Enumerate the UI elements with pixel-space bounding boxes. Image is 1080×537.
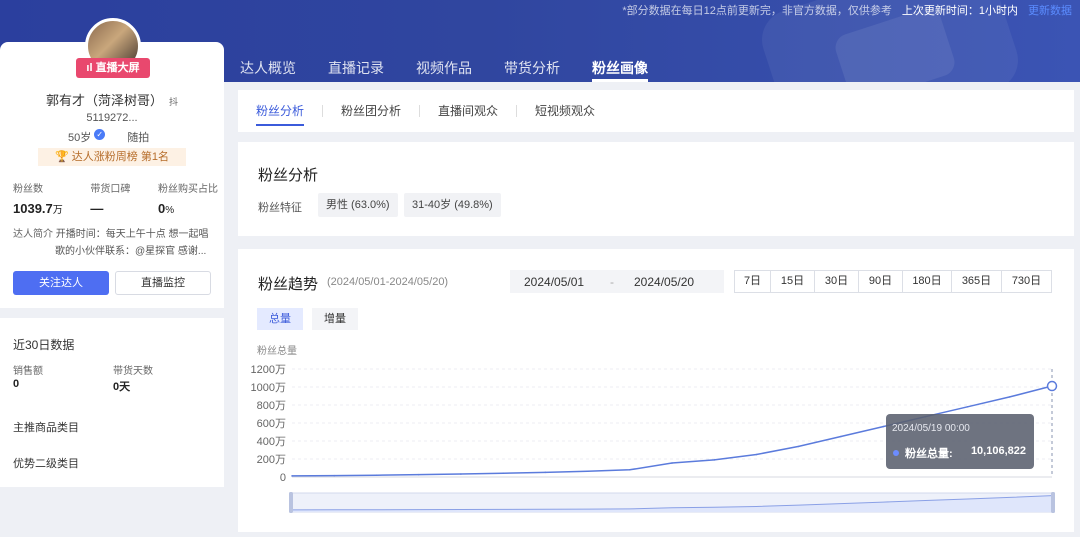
y-tick-label: 200万: [257, 454, 286, 466]
influencer-id: 5119272...: [86, 112, 138, 124]
live-screen-badge[interactable]: ıl 直播大屏: [76, 58, 150, 78]
influencer-intro: 达人简介 开播时间：每天上午十点 想一起唱 歌的小伙伴联系：@星探官 感谢...: [13, 229, 209, 257]
verified-icon: ✓: [94, 129, 106, 140]
zoom-handle-left: [289, 492, 293, 513]
selling-days-value: 0天: [113, 381, 131, 393]
data-point: [502, 472, 504, 475]
influencer-name: 郭有才（菏泽树哥）抖: [45, 93, 179, 108]
stat-reputation: 带货口碑 —: [90, 184, 131, 216]
live-monitor-button[interactable]: 直播监控: [115, 271, 211, 295]
data-point: [966, 406, 969, 408]
tab-live-records[interactable]: 直播记录: [328, 58, 384, 82]
main-tab-bar: 达人概览 直播记录 视频作品 带货分析 粉丝画像: [240, 58, 680, 82]
data-point: [291, 475, 293, 477]
data-point: [882, 425, 884, 428]
refresh-data-link[interactable]: 更新数据: [1028, 5, 1072, 17]
data-point: [755, 453, 758, 456]
fan-analysis-card: 粉丝分析 粉丝特征 男性 (63.0%) 31-40岁 (49.8%): [238, 142, 1074, 236]
subtab-fan-analysis[interactable]: 粉丝分析: [238, 90, 322, 132]
data-point: [460, 473, 462, 475]
section-title: 粉丝分析: [258, 167, 319, 184]
data-point: [671, 462, 673, 464]
y-tick-label: 600万: [257, 418, 286, 430]
fan-trend-chart[interactable]: 0 200万 400万 600万 800万 1000万 1200万: [238, 249, 1074, 532]
douyin-icon: 抖: [169, 97, 179, 107]
data-point: [333, 474, 336, 477]
influencer-profile-card: ıl 直播大屏 郭有才（菏泽树哥）抖 5119272... 50岁 ✓ 随拍 🏆 …: [0, 18, 224, 308]
fan-trend-card: 粉丝趋势 (2024/05/01-2024/05/20) 2024/05/01 …: [238, 249, 1074, 532]
y-tick-label: 800万: [257, 400, 286, 412]
data-point: [417, 473, 420, 476]
last-update-text: 上次更新时间：1小时内: [901, 5, 1018, 17]
y-tick-label: 1200万: [251, 364, 286, 376]
update-notice: *部分数据在每日12点前更新完，非官方数据，仅供参考 上次更新时间：1小时内 更新数…: [622, 5, 1072, 17]
tab-sales-analysis[interactable]: 带货分析: [504, 58, 560, 82]
tab-fan-profile[interactable]: 粉丝画像: [592, 58, 648, 82]
y-tick-label: 400万: [257, 436, 286, 448]
profile-stats: 粉丝数 1039.7万 带货口碑 — 粉丝购买占比 0%: [13, 180, 218, 216]
data-point: [1008, 396, 1011, 398]
trophy-icon: 🏆: [55, 151, 69, 163]
sales-value: 0: [13, 378, 20, 390]
follow-button[interactable]: 关注达人: [13, 271, 109, 295]
data-point: [375, 474, 378, 476]
data-point: [713, 459, 716, 461]
zoom-handle-right: [1051, 492, 1055, 513]
subtab-video-audience[interactable]: 短视频观众: [517, 90, 613, 132]
data-point: [586, 470, 589, 473]
panel-title: 近30日数据: [13, 338, 75, 352]
data-point: [797, 445, 800, 448]
data-point: [628, 469, 631, 471]
influencer-meta: 50岁 ✓ 随拍: [68, 129, 150, 144]
main-category-label: 主推商品类目: [13, 422, 79, 434]
data-point: [840, 435, 842, 438]
data-point-highlight: [1046, 380, 1058, 392]
rank-badge[interactable]: 🏆 达人涨粉周榜 第1名: [38, 148, 186, 166]
y-tick-label: 0: [280, 472, 286, 484]
fan-feature-label: 粉丝特征: [258, 202, 302, 214]
bar-chart-icon: ıl: [86, 62, 96, 74]
subtab-fan-club[interactable]: 粉丝团分析: [323, 90, 419, 132]
y-tick-label: 1000万: [251, 382, 286, 394]
stat-purchase-ratio: 粉丝购买占比 0%: [157, 184, 218, 216]
recent-30-days-panel: 近30日数据 销售额 0 带货天数 0天 主推商品类目 优势二级类目: [0, 318, 224, 487]
series-dot: [893, 450, 899, 456]
gender-tag: 男性 (63.0%): [318, 193, 398, 217]
chart-tooltip: 2024/05/19 00:00 粉丝总量: 10,106,822: [886, 414, 1034, 469]
data-point: [544, 471, 547, 474]
sub-category-label: 优势二级类目: [13, 458, 79, 470]
subtab-live-audience[interactable]: 直播间观众: [420, 90, 516, 132]
stat-fans: 粉丝数 1039.7万: [13, 184, 63, 216]
age-tag: 31-40岁 (49.8%): [404, 193, 501, 217]
fan-sub-tabs: 粉丝分析 粉丝团分析 直播间观众 短视频观众: [238, 90, 1074, 132]
tab-overview[interactable]: 达人概览: [240, 58, 296, 82]
tab-videos[interactable]: 视频作品: [416, 58, 472, 82]
